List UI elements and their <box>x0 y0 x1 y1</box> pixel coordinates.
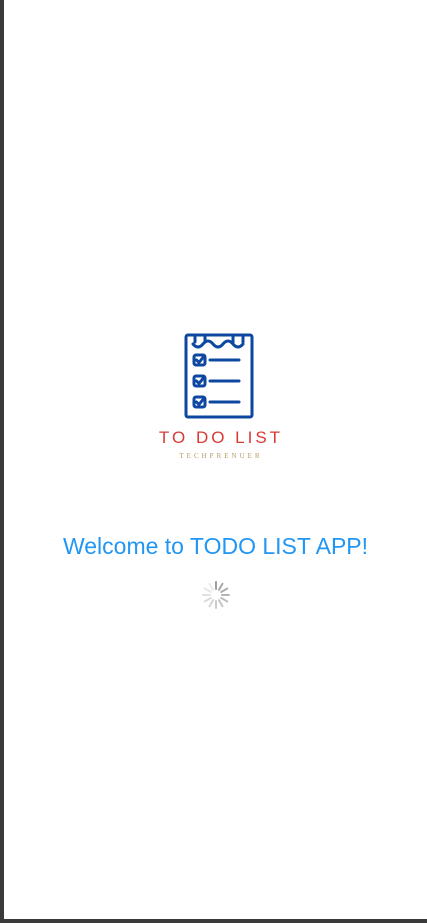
welcome-message: Welcome to TODO LIST APP! <box>62 533 369 559</box>
logo-title: TO DO LIST <box>158 428 284 447</box>
logo-subtitle: TECHPRENUER <box>179 452 263 460</box>
splash-screen: TO DO LIST TECHPRENUER Welcome to TODO L… <box>4 0 427 919</box>
spinner-icon <box>202 581 230 609</box>
todo-clipboard-icon <box>184 333 254 419</box>
app-logo: TO DO LIST TECHPRENUER <box>150 332 292 464</box>
